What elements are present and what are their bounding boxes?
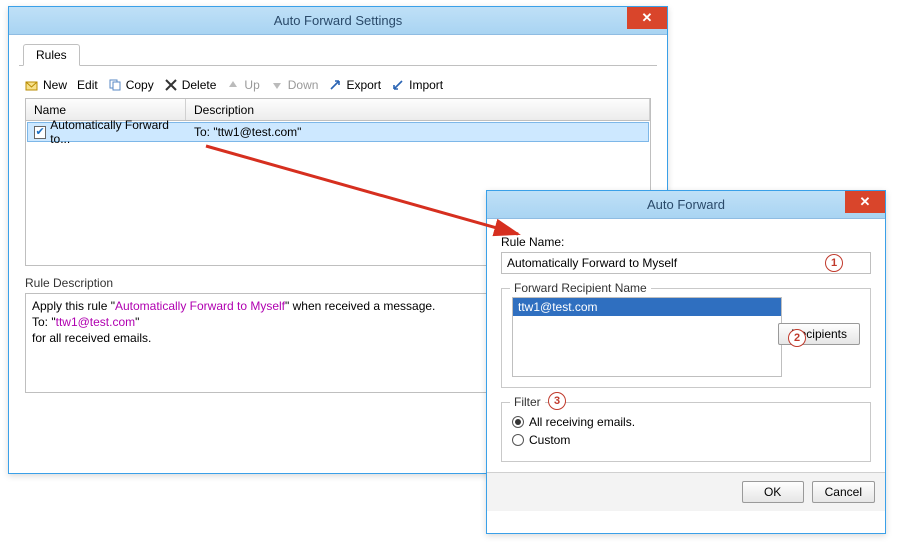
toolbar: New Edit Copy Delete Up	[19, 74, 657, 96]
filter-custom-label: Custom	[529, 433, 570, 447]
radio-all[interactable]	[512, 416, 524, 428]
export-icon	[328, 78, 342, 92]
down-icon	[270, 78, 284, 92]
forward-body: Rule Name: 1 Forward Recipient Name ttw1…	[487, 219, 885, 472]
import-button[interactable]: Import	[391, 78, 443, 92]
recipient-fieldset: Forward Recipient Name ttw1@test.com 2 R…	[501, 288, 871, 388]
cancel-button[interactable]: Cancel	[812, 481, 875, 503]
filter-fieldset: Filter 3 All receiving emails. Custom	[501, 402, 871, 462]
tab-rules[interactable]: Rules	[23, 44, 80, 66]
rule-name-cell: Automatically Forward to...	[50, 118, 182, 146]
close-icon[interactable]: ✕	[845, 191, 885, 213]
desc-to-link[interactable]: ttw1@test.com	[56, 315, 136, 329]
rule-desc-cell: To: "ttw1@test.com"	[194, 125, 301, 139]
callout-2: 2	[788, 329, 806, 347]
down-label: Down	[288, 78, 319, 92]
rule-checkbox[interactable]: ✔	[34, 126, 46, 139]
forward-window: Auto Forward ✕ Rule Name: 1 Forward Reci…	[486, 190, 886, 534]
up-button[interactable]: Up	[226, 78, 259, 92]
rule-name-label: Rule Name:	[501, 235, 871, 249]
desc-rule-link[interactable]: Automatically Forward to Myself	[115, 299, 285, 313]
export-button[interactable]: Export	[328, 78, 381, 92]
delete-icon	[164, 78, 178, 92]
export-label: Export	[346, 78, 381, 92]
copy-button[interactable]: Copy	[108, 78, 154, 92]
recipient-listbox[interactable]: ttw1@test.com	[512, 297, 782, 377]
up-icon	[226, 78, 240, 92]
filter-legend: Filter	[510, 395, 545, 409]
filter-all-row[interactable]: All receiving emails.	[512, 415, 860, 429]
close-icon[interactable]: ✕	[627, 7, 667, 29]
filter-all-label: All receiving emails.	[529, 415, 635, 429]
copy-label: Copy	[126, 78, 154, 92]
radio-custom[interactable]	[512, 434, 524, 446]
edit-button[interactable]: Edit	[77, 78, 98, 92]
recipient-item[interactable]: ttw1@test.com	[513, 298, 781, 316]
up-label: Up	[244, 78, 259, 92]
dialog-buttons: OK Cancel	[487, 472, 885, 511]
delete-button[interactable]: Delete	[164, 78, 217, 92]
filter-custom-row[interactable]: Custom	[512, 433, 860, 447]
col-name[interactable]: Name	[26, 99, 186, 120]
callout-3: 3	[548, 392, 566, 410]
rule-name-input[interactable]	[501, 252, 871, 274]
import-label: Import	[409, 78, 443, 92]
table-row[interactable]: ✔ Automatically Forward to... To: "ttw1@…	[27, 122, 649, 142]
new-button[interactable]: New	[25, 78, 67, 92]
new-label: New	[43, 78, 67, 92]
ok-button[interactable]: OK	[742, 481, 804, 503]
callout-1: 1	[825, 254, 843, 272]
recipient-legend: Forward Recipient Name	[510, 281, 651, 295]
forward-title: Auto Forward	[647, 197, 725, 212]
copy-icon	[108, 78, 122, 92]
down-button[interactable]: Down	[270, 78, 319, 92]
settings-title: Auto Forward Settings	[274, 13, 403, 28]
delete-label: Delete	[182, 78, 217, 92]
col-description[interactable]: Description	[186, 99, 650, 120]
new-icon	[25, 78, 39, 92]
forward-titlebar: Auto Forward ✕	[487, 191, 885, 219]
tabstrip: Rules	[19, 43, 657, 66]
edit-label: Edit	[77, 78, 98, 92]
import-icon	[391, 78, 405, 92]
settings-titlebar: Auto Forward Settings ✕	[9, 7, 667, 35]
